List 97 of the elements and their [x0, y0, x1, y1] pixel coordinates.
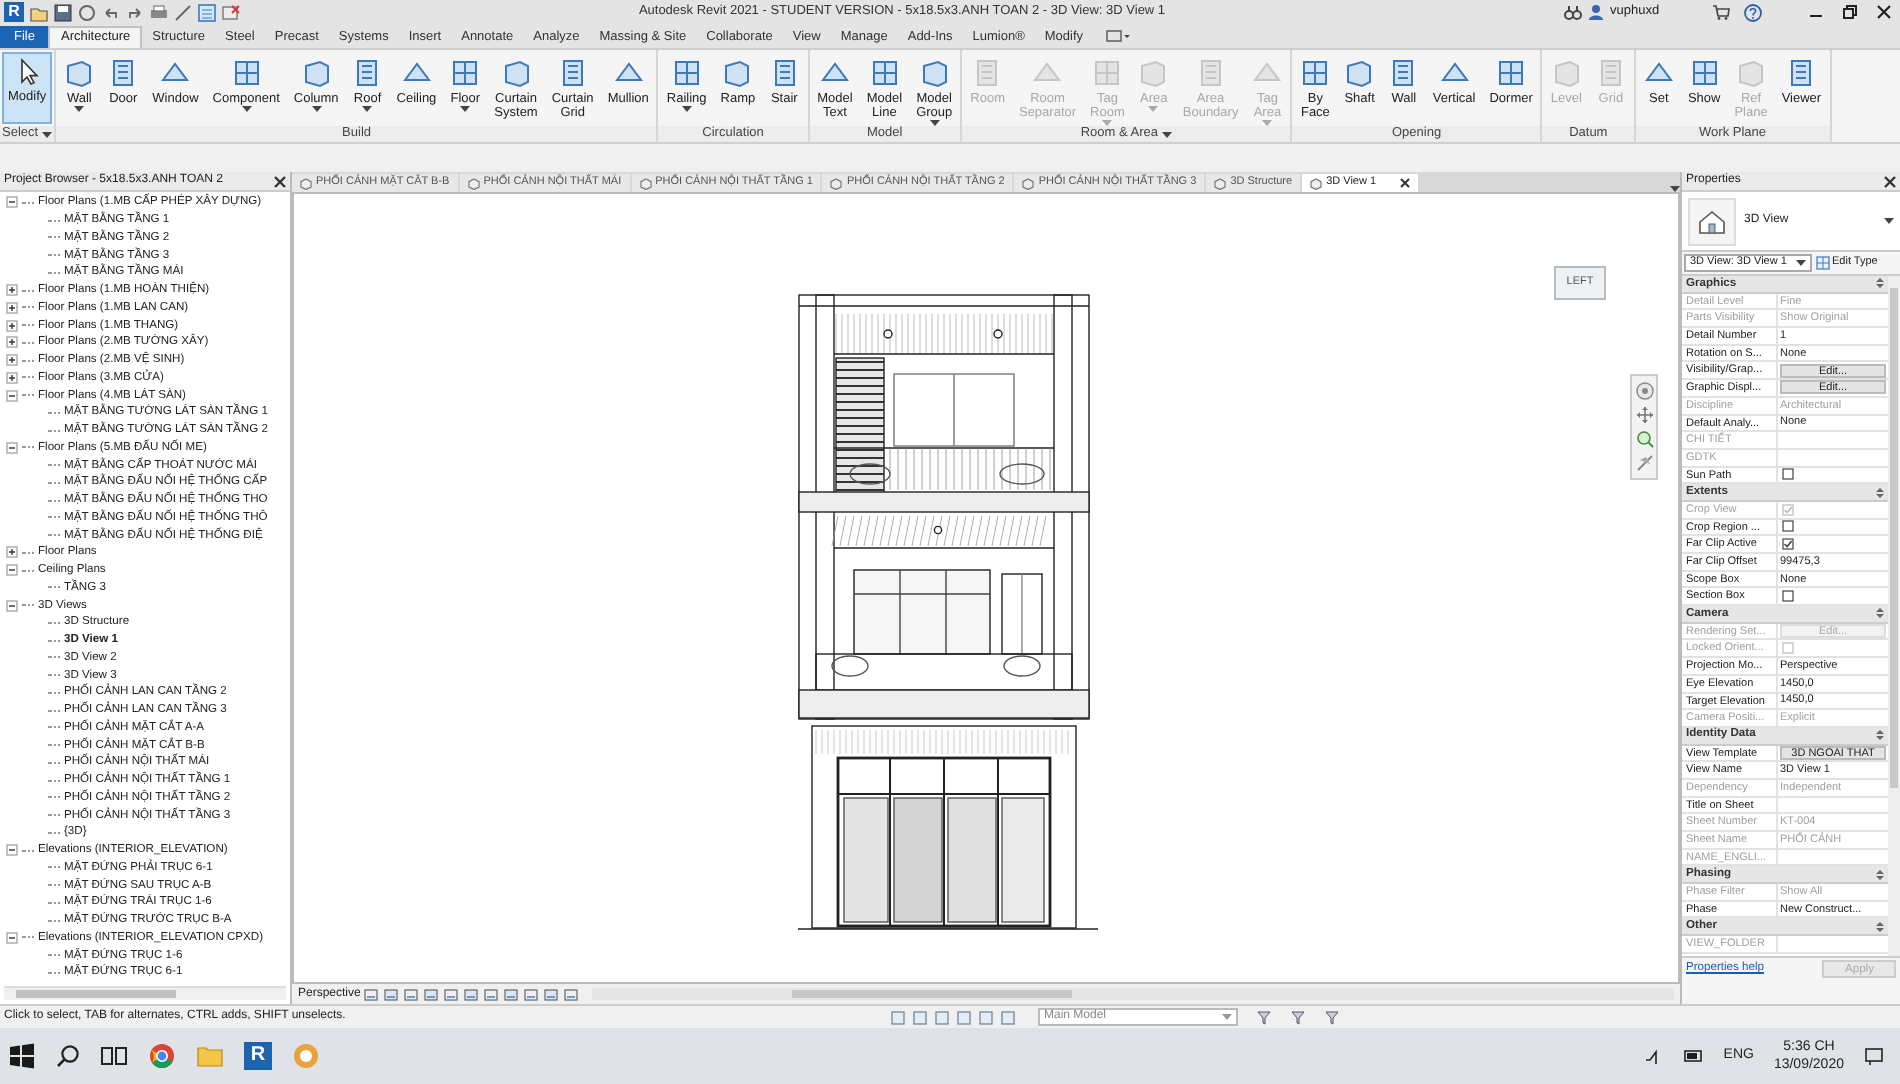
tool-icon [1195, 58, 1226, 88]
collapse-icon[interactable] [6, 389, 18, 402]
caret-icon [241, 106, 252, 112]
caret-icon [681, 106, 692, 112]
caret-icon [1162, 131, 1172, 137]
tool-icon [972, 58, 1003, 88]
save-icon[interactable] [54, 3, 72, 21]
battery-icon[interactable] [1683, 1048, 1704, 1064]
expand-icon[interactable] [6, 319, 18, 332]
tool-icon [869, 58, 900, 88]
caret-icon [460, 106, 471, 112]
close-windows-icon[interactable] [222, 3, 240, 21]
search-icon[interactable] [56, 1044, 80, 1068]
caret-icon [74, 106, 85, 112]
collapse-icon[interactable] [6, 931, 18, 944]
tool-icon [919, 58, 950, 88]
binoculars-icon[interactable] [1564, 4, 1582, 20]
caret-icon [42, 131, 53, 137]
scrollbar[interactable] [4, 986, 286, 1000]
collapse-icon[interactable] [1876, 278, 1884, 289]
restore-icon[interactable] [1842, 4, 1858, 20]
expand-icon[interactable] [6, 371, 18, 384]
collapse-icon[interactable] [6, 844, 18, 857]
tool-icon [1689, 58, 1720, 88]
undo-icon[interactable] [102, 3, 120, 21]
tool-icon [1595, 58, 1626, 88]
tool-icon [1786, 58, 1817, 88]
tool-icon [1496, 58, 1527, 88]
tool-icon [108, 58, 139, 88]
tool-icon [1736, 58, 1767, 88]
house-icon [1698, 209, 1726, 233]
collapse-icon[interactable] [6, 564, 18, 577]
tool-icon [557, 58, 588, 88]
orbit-icon[interactable] [1635, 454, 1653, 472]
notification-icon[interactable] [1864, 1046, 1884, 1066]
checkbox[interactable] [1782, 590, 1794, 603]
help-icon[interactable] [1744, 3, 1762, 21]
tool-icon [231, 58, 262, 88]
expand-icon[interactable] [6, 284, 18, 297]
collapse-icon[interactable] [1876, 487, 1884, 498]
sync-icon[interactable] [78, 3, 96, 21]
tool-icon [1344, 58, 1375, 88]
thin-lines-icon[interactable] [198, 3, 216, 21]
collapse-icon[interactable] [6, 196, 18, 209]
checkbox[interactable] [1782, 538, 1794, 551]
collapse-icon[interactable] [6, 599, 18, 612]
tool-icon [769, 58, 800, 88]
pan-icon[interactable] [1635, 406, 1653, 424]
close-icon[interactable] [1400, 178, 1411, 188]
expand-icon[interactable] [6, 301, 18, 314]
tool-icon [1092, 58, 1123, 88]
tool-icon [1300, 58, 1331, 88]
expand-icon[interactable] [6, 546, 18, 559]
tool-icon [352, 58, 383, 88]
task-view-icon[interactable] [100, 1044, 128, 1068]
caret-icon [1148, 106, 1159, 112]
collapse-icon[interactable] [6, 441, 18, 454]
tool-icon [671, 58, 702, 88]
tool-icon [64, 58, 95, 88]
expand-icon[interactable] [6, 336, 18, 349]
tool-icon [301, 58, 332, 88]
caret-icon [1796, 260, 1806, 266]
scrollbar[interactable] [1888, 276, 1900, 956]
scrollbar[interactable] [592, 988, 1674, 1000]
taskbar-app-logo[interactable]: R [244, 1042, 272, 1070]
user-icon[interactable] [1588, 4, 1604, 20]
caret-icon [311, 106, 322, 112]
caret-icon [1884, 218, 1894, 224]
checkbox[interactable] [1782, 520, 1794, 533]
browser-icon[interactable] [148, 1042, 176, 1070]
caret-icon [362, 106, 373, 112]
start-icon[interactable] [8, 1042, 36, 1070]
close-icon[interactable] [274, 175, 286, 187]
collapse-icon[interactable] [1876, 921, 1884, 932]
tool-icon [1388, 58, 1419, 88]
print-icon[interactable] [150, 3, 168, 21]
checkbox[interactable] [1782, 468, 1794, 481]
cart-icon[interactable] [1712, 4, 1730, 20]
collapse-icon[interactable] [1876, 869, 1884, 880]
edit-type-icon [1816, 256, 1830, 270]
expand-icon[interactable] [6, 354, 18, 367]
collapse-icon[interactable] [1876, 730, 1884, 741]
close-icon[interactable] [1884, 175, 1896, 187]
panel-toggle-icon[interactable] [1105, 28, 1130, 44]
tool-icon [1138, 58, 1169, 88]
redo-icon[interactable] [126, 3, 144, 21]
collapse-icon[interactable] [1876, 608, 1884, 619]
app-logo[interactable]: R [4, 2, 24, 22]
zoom-icon[interactable] [1635, 430, 1653, 448]
tool-icon [722, 58, 753, 88]
close-icon[interactable] [1876, 4, 1892, 20]
tool-icon [1551, 58, 1582, 88]
navigation-bar[interactable] [1630, 374, 1658, 480]
tool-icon [501, 58, 531, 88]
tool-icon [450, 58, 481, 88]
caret-icon [1222, 1014, 1232, 1020]
steering-wheel-icon[interactable] [1635, 382, 1653, 400]
